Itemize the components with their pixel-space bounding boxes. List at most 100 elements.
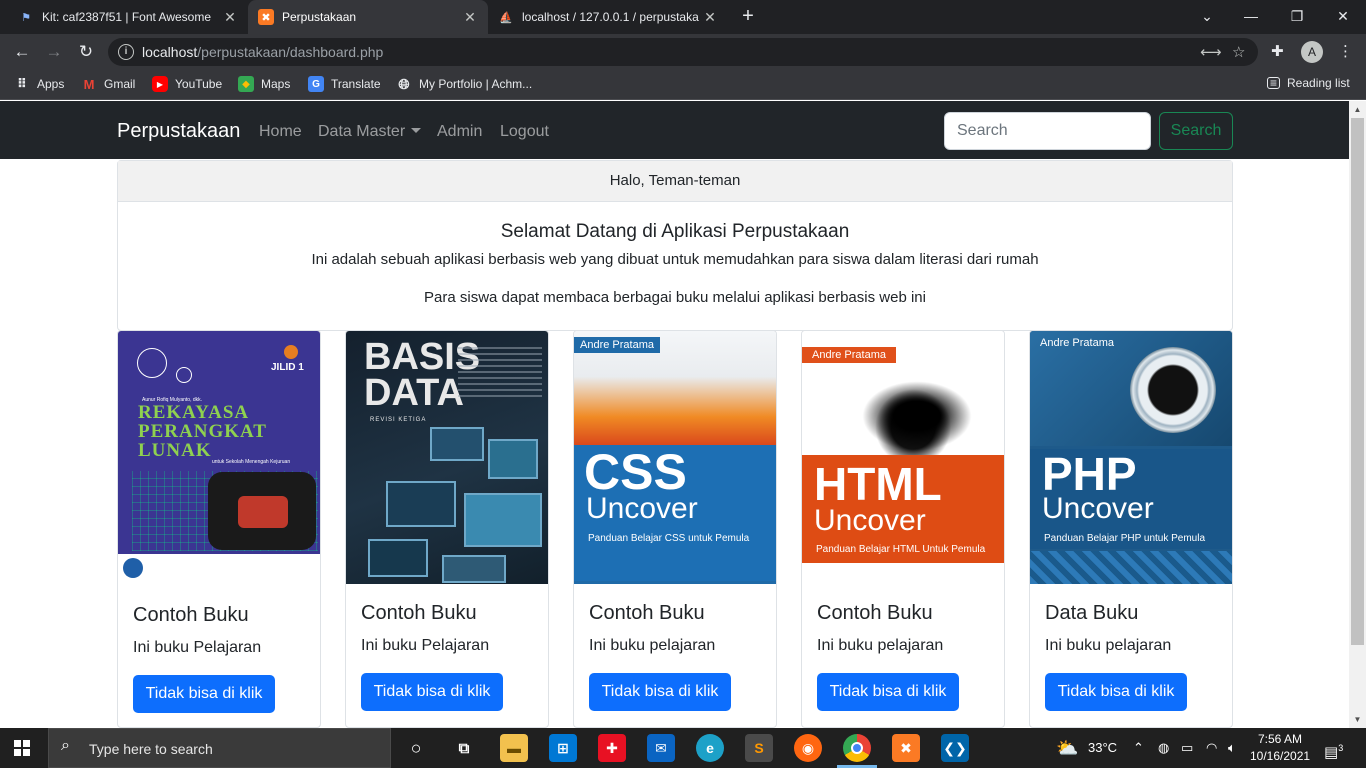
- browser-tab-perpustakaan[interactable]: ✖ Perpustakaan ✕: [248, 0, 488, 34]
- site-info-icon[interactable]: i: [118, 44, 134, 60]
- bookmark-star-icon[interactable]: ☆: [1232, 43, 1245, 61]
- navbar-brand[interactable]: Perpustakaan: [117, 120, 240, 143]
- translate-page-icon[interactable]: ⟷: [1200, 43, 1222, 61]
- back-icon[interactable]: ←: [10, 40, 34, 64]
- nav-link-logout[interactable]: Logout: [500, 123, 549, 141]
- welcome-text-1: Ini adalah sebuah aplikasi berbasis web …: [311, 251, 1039, 268]
- bookmark-youtube[interactable]: ▶ YouTube: [152, 76, 222, 92]
- show-hidden-icons[interactable]: ⌃: [1133, 728, 1144, 768]
- nav-dropdown-data-master[interactable]: Data Master: [318, 123, 422, 141]
- close-tab-icon[interactable]: ✕: [462, 9, 478, 26]
- book-description: Ini buku pelajaran: [589, 637, 716, 654]
- book-description: Ini buku Pelajaran: [133, 639, 262, 656]
- firefox-icon[interactable]: ◉: [794, 734, 822, 762]
- xampp-icon: ✖: [258, 9, 274, 25]
- mail-icon[interactable]: ✉: [647, 734, 675, 762]
- chrome-icon[interactable]: [843, 734, 871, 762]
- bookmark-label: YouTube: [175, 77, 223, 91]
- welcome-card: Halo, Teman-teman Selamat Datang di Apli…: [117, 160, 1233, 331]
- book-title: Data Buku: [1045, 602, 1139, 624]
- browser-tab-font-awesome[interactable]: ⚑ Kit: caf2387f51 | Font Awesome ✕: [8, 0, 248, 34]
- profile-avatar[interactable]: A: [1301, 41, 1323, 63]
- minimize-icon[interactable]: —: [1228, 0, 1274, 34]
- search-button[interactable]: Search: [1159, 112, 1233, 150]
- bookmark-portfolio[interactable]: 🌐︎ My Portfolio | Achm...: [396, 76, 532, 92]
- meet-now-icon[interactable]: ◍: [1158, 728, 1169, 768]
- windows-taskbar: ⌕ Type here to search ○ ⧉ ▬ ⊞ ✚ ✉ e S ◉ …: [0, 728, 1366, 768]
- tab-title: Perpustakaan: [282, 10, 357, 24]
- reload-icon[interactable]: ↻: [74, 40, 98, 64]
- book-cover-image: BASIS DATA REVISI KETIGA: [346, 331, 548, 584]
- close-tab-icon[interactable]: ✕: [702, 9, 718, 26]
- site-navbar: Perpustakaan Home Data Master Admin Logo…: [0, 101, 1349, 159]
- close-tab-icon[interactable]: ✕: [222, 9, 238, 26]
- xampp-icon[interactable]: ✖: [892, 734, 920, 762]
- nav-link-home[interactable]: Home: [259, 123, 302, 141]
- bookmark-apps[interactable]: ⠿ Apps: [14, 76, 64, 92]
- microsoft-store-icon[interactable]: ⊞: [549, 734, 577, 762]
- maps-icon: ◆: [238, 76, 254, 92]
- scrollbar-thumb[interactable]: [1351, 118, 1364, 645]
- bookmark-label: Gmail: [104, 77, 136, 91]
- book-card: Andre Pratama HTML Uncover Panduan Belaj…: [801, 330, 1005, 728]
- bookmark-translate[interactable]: G Translate: [308, 76, 381, 92]
- weather-temperature[interactable]: 33°C: [1088, 728, 1117, 768]
- book-cover-image: Andre Pratama HTML Uncover Panduan Belaj…: [802, 331, 1004, 584]
- tab-search-icon[interactable]: ⌄: [1184, 0, 1230, 34]
- close-window-icon[interactable]: ✕: [1320, 0, 1366, 34]
- book-action-button[interactable]: Tidak bisa di klik: [133, 675, 275, 713]
- taskbar-search-placeholder: Type here to search: [89, 741, 213, 757]
- gmail-icon: M: [83, 76, 95, 92]
- search-input[interactable]: [944, 112, 1151, 150]
- address-bar[interactable]: i localhost/perpustakaan/dashboard.php ⟷…: [108, 38, 1258, 66]
- page-scrollbar[interactable]: ▲ ▼: [1349, 101, 1366, 728]
- notification-center-icon[interactable]: ▤3: [1324, 728, 1343, 773]
- maximize-icon[interactable]: ❐: [1274, 0, 1320, 34]
- globe-icon: 🌐︎: [398, 75, 410, 92]
- book-card: BASIS DATA REVISI KETIGA Contoh Buku Ini…: [345, 330, 549, 728]
- youtube-icon: ▶: [152, 76, 168, 92]
- forward-icon[interactable]: →: [42, 40, 66, 64]
- book-description: Ini buku pelajaran: [1045, 637, 1172, 654]
- notification-count: 3: [1338, 743, 1344, 753]
- new-tab-button[interactable]: +: [736, 5, 760, 29]
- windows-start-icon[interactable]: [14, 740, 30, 756]
- taskbar-clock[interactable]: 7:56 AM 10/16/2021: [1250, 731, 1310, 765]
- file-explorer-icon[interactable]: ▬: [500, 734, 528, 762]
- book-action-button[interactable]: Tidak bisa di klik: [361, 673, 503, 711]
- bookmark-label: Translate: [331, 77, 381, 91]
- book-action-button[interactable]: Tidak bisa di klik: [817, 673, 959, 711]
- sublime-text-icon[interactable]: S: [745, 734, 773, 762]
- extensions-puzzle-icon[interactable]: ✚: [1271, 42, 1284, 60]
- book-card: JILID 1 Aunur Rofiq Mulyanto, dkk. REKAY…: [117, 330, 321, 728]
- reading-list[interactable]: ≡ Reading list: [1267, 76, 1350, 90]
- address-toolbar: ← → ↻ i localhost/perpustakaan/dashboard…: [0, 34, 1366, 70]
- weather-icon[interactable]: ⛅: [1056, 728, 1078, 768]
- welcome-text-2: Para siswa dapat membaca berbagai buku m…: [424, 289, 926, 306]
- nav-link-admin[interactable]: Admin: [437, 123, 482, 141]
- scroll-up-icon[interactable]: ▲: [1349, 101, 1366, 118]
- bookmark-maps[interactable]: ◆ Maps: [238, 76, 290, 92]
- browser-tab-phpmyadmin[interactable]: ⛵ localhost / 127.0.0.1 / perpustaka ✕: [488, 0, 728, 34]
- volume-icon[interactable]: 🔈︎: [1228, 728, 1236, 768]
- scroll-down-icon[interactable]: ▼: [1349, 711, 1366, 728]
- gift-icon[interactable]: ✚: [598, 734, 626, 762]
- translate-icon: G: [308, 76, 324, 92]
- vscode-icon[interactable]: ❮❯: [941, 734, 969, 762]
- edge-icon[interactable]: e: [696, 734, 724, 762]
- wifi-icon[interactable]: ◠: [1206, 728, 1217, 768]
- battery-icon[interactable]: ▭: [1181, 728, 1193, 768]
- reading-list-icon: ≡: [1267, 76, 1280, 90]
- book-card: Andre Pratama CSS Uncover Panduan Belaja…: [573, 330, 777, 728]
- chrome-menu-icon[interactable]: ⋮: [1338, 42, 1353, 60]
- cortana-icon[interactable]: ○: [402, 734, 430, 762]
- page-viewport: Perpustakaan Home Data Master Admin Logo…: [0, 101, 1349, 728]
- task-view-icon[interactable]: ⧉: [450, 734, 478, 762]
- book-action-button[interactable]: Tidak bisa di klik: [589, 673, 731, 711]
- url-text[interactable]: localhost/perpustakaan/dashboard.php: [142, 44, 383, 60]
- phpmyadmin-icon: ⛵: [499, 11, 513, 24]
- taskbar-search-box[interactable]: ⌕ Type here to search: [48, 728, 391, 768]
- bookmark-gmail[interactable]: M Gmail: [81, 76, 136, 92]
- book-action-button[interactable]: Tidak bisa di klik: [1045, 673, 1187, 711]
- tab-title: localhost / 127.0.0.1 / perpustaka: [522, 10, 699, 24]
